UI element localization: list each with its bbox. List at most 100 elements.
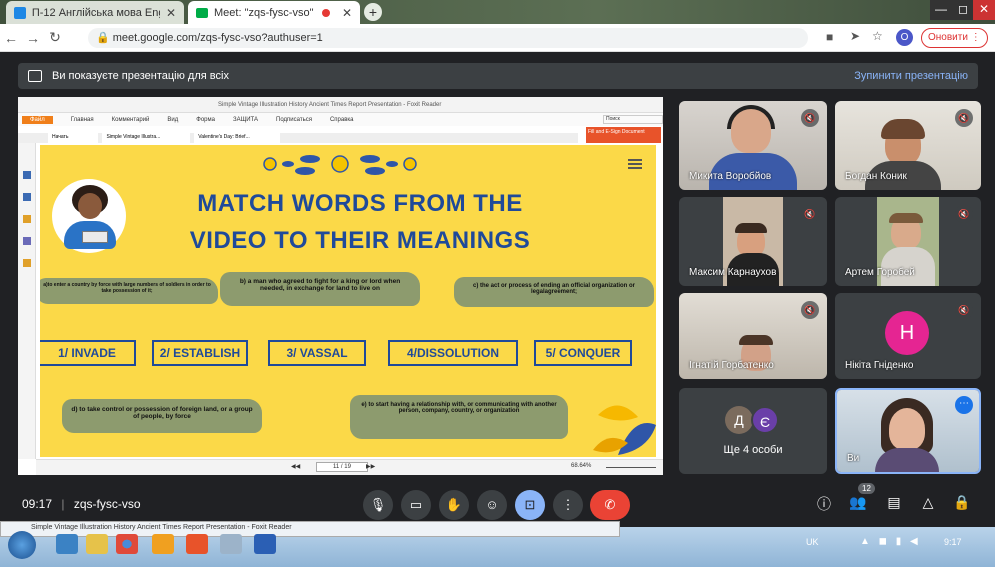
doc-tab[interactable]: Valentine's Day: Brief...: [194, 133, 280, 143]
url-text: meet.google.com/zqs-fysc-vso?authuser=1: [112, 32, 323, 44]
mic-off-icon: 🔇: [955, 109, 973, 127]
more-options-button[interactable]: ⋮: [553, 490, 583, 520]
doc-tab[interactable]: Simple Vintage Illustra...: [102, 133, 191, 143]
definition-c: c) the act or process of ending an offic…: [454, 277, 654, 307]
shared-screen: Simple Vintage Illustration History Anci…: [18, 97, 663, 475]
taskbar-clock: 9:17: [944, 537, 962, 547]
participant-name: Ігнатій Горбатенко: [689, 360, 774, 371]
reader-titlebar: Simple Vintage Illustration History Anci…: [18, 97, 663, 113]
menu-item[interactable]: Подписаться: [276, 117, 312, 123]
present-button[interactable]: ⊡: [515, 490, 545, 520]
menu-item[interactable]: Комментарий: [112, 117, 150, 123]
zoom-slider[interactable]: [606, 467, 656, 468]
doc-tab[interactable]: Начать: [48, 133, 99, 143]
menu-file[interactable]: Файл: [22, 115, 53, 124]
close-icon[interactable]: ✕: [342, 6, 352, 20]
avatar: Д: [725, 406, 753, 434]
avatar: Н: [885, 311, 929, 355]
participant-tile[interactable]: 🔇 Максим Карнаухов: [679, 197, 827, 286]
participant-name: Богдан Коник: [845, 171, 907, 182]
bookmark-icon[interactable]: [23, 171, 31, 179]
stop-presenting-button[interactable]: Зупинити презентацію: [854, 70, 968, 82]
participant-tile[interactable]: Н 🔇 Нікіта Гніденко: [835, 293, 981, 379]
reader-search[interactable]: Поиск: [603, 115, 663, 124]
menu-item[interactable]: Главная: [71, 117, 94, 123]
word-box: 4/DISSOLUTION: [388, 340, 518, 366]
participant-tile[interactable]: 🔇 Микита Воробйов: [679, 101, 827, 190]
floral-ornament: [263, 155, 417, 175]
microphone-button[interactable]: 🎙: [363, 490, 393, 520]
security-icon[interactable]: [23, 259, 31, 267]
profile-avatar[interactable]: O: [896, 29, 913, 46]
esign-button[interactable]: Fill and E-Sign Document: [586, 127, 661, 143]
raise-hand-button[interactable]: ✋: [439, 490, 469, 520]
url-field[interactable]: 🔒 meet.google.com/zqs-fysc-vso?authuser=…: [88, 28, 808, 48]
meet-favicon-icon: [196, 7, 208, 18]
people-icon[interactable]: 👥: [848, 494, 868, 511]
ie-icon[interactable]: [56, 534, 78, 554]
people-count-badge: 12: [858, 483, 875, 494]
participant-name: Ви: [847, 453, 860, 464]
explorer-icon[interactable]: [86, 534, 108, 554]
activities-icon[interactable]: △: [918, 494, 938, 511]
menu-item[interactable]: Вид: [167, 117, 178, 123]
menu-item[interactable]: ЗАЩИТА: [233, 117, 258, 123]
participant-tile[interactable]: 🔇 Богдан Коник: [835, 101, 981, 190]
participant-name: Максим Карнаухов: [689, 267, 777, 278]
camera-icon[interactable]: ■: [826, 30, 833, 44]
menu-item[interactable]: Справка: [330, 117, 354, 123]
meeting-code: zqs-fysc-vso: [73, 497, 141, 511]
send-icon[interactable]: ➤: [850, 29, 860, 43]
address-bar-row: ← → ↻ 🔒 meet.google.com/zqs-fysc-vso?aut…: [0, 24, 995, 52]
recording-dot-icon: [321, 8, 330, 17]
maximize-icon[interactable]: ◻: [952, 0, 974, 20]
layers-icon[interactable]: [23, 215, 31, 223]
back-icon[interactable]: ←: [0, 30, 22, 46]
minimize-icon[interactable]: —: [930, 0, 952, 20]
participant-name: Микита Воробйов: [689, 171, 772, 182]
page-thumb-icon[interactable]: [23, 193, 31, 201]
participant-tile[interactable]: 🔇 Артем Горобей: [835, 197, 981, 286]
start-button[interactable]: [8, 531, 36, 559]
page-indicator[interactable]: 11 / 19: [316, 462, 368, 472]
chat-icon[interactable]: ▤: [884, 494, 904, 511]
end-call-button[interactable]: ✆: [590, 490, 630, 520]
menu-icon[interactable]: [628, 159, 642, 169]
more-options-icon[interactable]: ⋯: [955, 396, 973, 414]
participant-tile[interactable]: 🔇 Ігнатій Горбатенко: [679, 293, 827, 379]
mic-off-icon: 🔇: [801, 301, 819, 319]
last-page-icon[interactable]: ▶▶: [366, 463, 375, 470]
media-icon[interactable]: [152, 534, 174, 554]
emoji-button[interactable]: ☺: [477, 490, 507, 520]
new-tab-icon[interactable]: +: [364, 3, 382, 21]
classroom-favicon-icon: [14, 6, 26, 19]
forward-icon[interactable]: →: [22, 30, 44, 46]
language-indicator[interactable]: UK: [806, 537, 819, 547]
menu-item[interactable]: Форма: [196, 117, 215, 123]
update-button[interactable]: Оновити ⋮: [921, 28, 988, 48]
reader-statusbar: ◀◀ 11 / 19 ▶▶ 68.64%: [36, 459, 663, 475]
slide: MATCH WORDS FROM THE VIDEO TO THEIR MEAN…: [40, 145, 656, 457]
tab-classroom[interactable]: П-12 Англійська мова English, ... ✕: [6, 1, 184, 24]
more-participants-tile[interactable]: Д Є Ще 4 особи: [679, 388, 827, 474]
reload-icon[interactable]: ↻: [44, 29, 66, 46]
attachment-icon[interactable]: [23, 237, 31, 245]
info-icon[interactable]: ⓘ: [814, 494, 834, 514]
self-view-tile[interactable]: ⋯ Ви: [835, 388, 981, 474]
close-window-icon[interactable]: ✕: [973, 0, 995, 20]
lock-icon: 🔒: [96, 32, 113, 44]
slide-title: MATCH WORDS FROM THE VIDEO TO THEIR MEAN…: [160, 185, 560, 259]
app-icon[interactable]: [220, 534, 242, 554]
close-icon[interactable]: ✕: [166, 6, 176, 20]
first-page-icon[interactable]: ◀◀: [291, 463, 300, 470]
star-icon[interactable]: ☆: [872, 29, 883, 43]
reader-doc-tabs: Начать Simple Vintage Illustra... Valent…: [18, 133, 578, 143]
host-controls-icon[interactable]: 🔒: [952, 494, 972, 511]
tray-icons[interactable]: ▲ ◼ ▮ ◀: [860, 536, 921, 547]
foxit-icon[interactable]: [186, 534, 208, 554]
tab-meet[interactable]: Meet: "zqs-fysc-vso" ✕: [188, 1, 360, 24]
camera-button[interactable]: ▭: [401, 490, 431, 520]
word-icon[interactable]: [254, 534, 276, 554]
chrome-icon[interactable]: [116, 534, 138, 554]
more-people-label: Ще 4 особи: [723, 444, 783, 456]
